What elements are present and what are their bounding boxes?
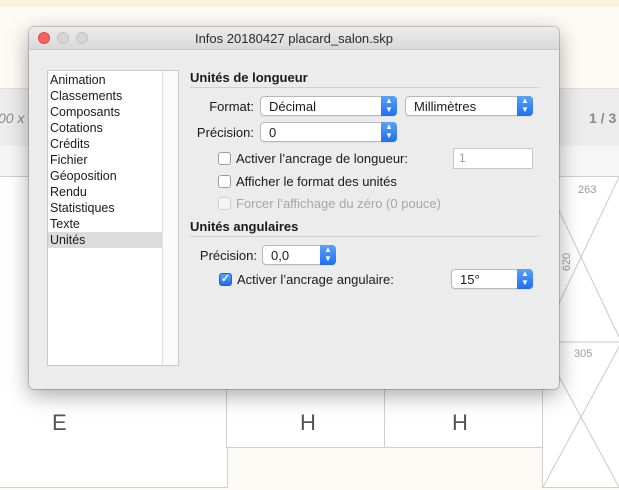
category-item-unites[interactable]: Unités bbox=[48, 232, 166, 248]
unit-select-value: Millimètres bbox=[414, 99, 477, 114]
chevron-up-down-icon: ▲ ▼ bbox=[381, 96, 397, 116]
background-dimension: 620 bbox=[561, 252, 574, 272]
force-zero-checkbox[interactable] bbox=[218, 197, 231, 210]
category-list[interactable]: Animation Classements Composants Cotatio… bbox=[47, 70, 179, 366]
section-divider bbox=[190, 87, 539, 88]
section-divider bbox=[190, 236, 539, 237]
angle-units-heading: Unités angulaires bbox=[190, 219, 299, 234]
display-unit-format-checkbox[interactable] bbox=[218, 175, 231, 188]
length-precision-select[interactable]: 0 ▲ ▼ bbox=[260, 122, 397, 142]
chevron-up-down-icon: ▲ ▼ bbox=[381, 122, 397, 142]
background-letter: H bbox=[300, 410, 316, 435]
length-precision-value: 0 bbox=[269, 125, 277, 140]
model-info-dialog: Infos 20180427 placard_salon.skp Animati… bbox=[29, 27, 559, 389]
chevron-up-down-icon: ▲ ▼ bbox=[517, 269, 533, 289]
background-letter: E bbox=[52, 410, 67, 435]
angle-precision-value: 0,0 bbox=[271, 248, 290, 263]
angle-precision-select[interactable]: 0,0 ▲ ▼ bbox=[262, 245, 336, 265]
background-letter: H bbox=[452, 410, 468, 435]
format-select-value: Décimal bbox=[269, 99, 316, 114]
category-item-cotations[interactable]: Cotations bbox=[48, 120, 166, 136]
chevron-up-down-icon: ▲ ▼ bbox=[517, 96, 533, 116]
angle-snap-checkbox[interactable]: ✓ bbox=[219, 273, 232, 286]
background-top-band bbox=[0, 0, 619, 7]
angle-snap-value: 15° bbox=[460, 272, 480, 287]
dialog-title: Infos 20180427 placard_salon.skp bbox=[194, 31, 394, 46]
category-item-credits[interactable]: Crédits bbox=[48, 136, 166, 152]
length-units-heading: Unités de longueur bbox=[190, 70, 308, 85]
unit-select[interactable]: Millimètres ▲ ▼ bbox=[405, 96, 533, 116]
category-item-animation[interactable]: Animation bbox=[48, 72, 166, 88]
angle-snap-select[interactable]: 15° ▲ ▼ bbox=[451, 269, 533, 289]
background-dimension: 263 bbox=[578, 184, 597, 196]
category-item-statistiques[interactable]: Statistiques bbox=[48, 200, 166, 216]
display-unit-format-label: Afficher le format des unités bbox=[236, 174, 397, 189]
background-dimension: 305 bbox=[574, 348, 593, 360]
background-toolbar-left-text: 00 x bbox=[0, 110, 25, 126]
format-select[interactable]: Décimal ▲ ▼ bbox=[260, 96, 397, 116]
category-item-classements[interactable]: Classements bbox=[48, 88, 166, 104]
chevron-up-down-icon: ▲ ▼ bbox=[320, 245, 336, 265]
format-label: Format: bbox=[209, 99, 254, 114]
background-page-indicator: 1 / 3 bbox=[589, 110, 617, 126]
length-precision-label: Précision: bbox=[196, 125, 254, 140]
force-zero-label: Forcer l’affichage du zéro (0 pouce) bbox=[236, 196, 441, 211]
length-snap-label: Activer l’ancrage de longueur: bbox=[236, 151, 408, 166]
category-list-scrollbar[interactable] bbox=[162, 71, 178, 365]
angle-snap-label: Activer l’ancrage angulaire: bbox=[237, 272, 394, 287]
category-item-composants[interactable]: Composants bbox=[48, 104, 166, 120]
category-item-texte[interactable]: Texte bbox=[48, 216, 166, 232]
length-snap-input[interactable]: 1 bbox=[453, 148, 533, 169]
dialog-titlebar[interactable]: Infos 20180427 placard_salon.skp bbox=[29, 27, 559, 50]
angle-precision-label: Précision: bbox=[199, 248, 257, 263]
length-snap-checkbox[interactable] bbox=[218, 152, 231, 165]
category-item-rendu[interactable]: Rendu bbox=[48, 184, 166, 200]
category-item-geoposition[interactable]: Géoposition bbox=[48, 168, 166, 184]
category-item-fichier[interactable]: Fichier bbox=[48, 152, 166, 168]
